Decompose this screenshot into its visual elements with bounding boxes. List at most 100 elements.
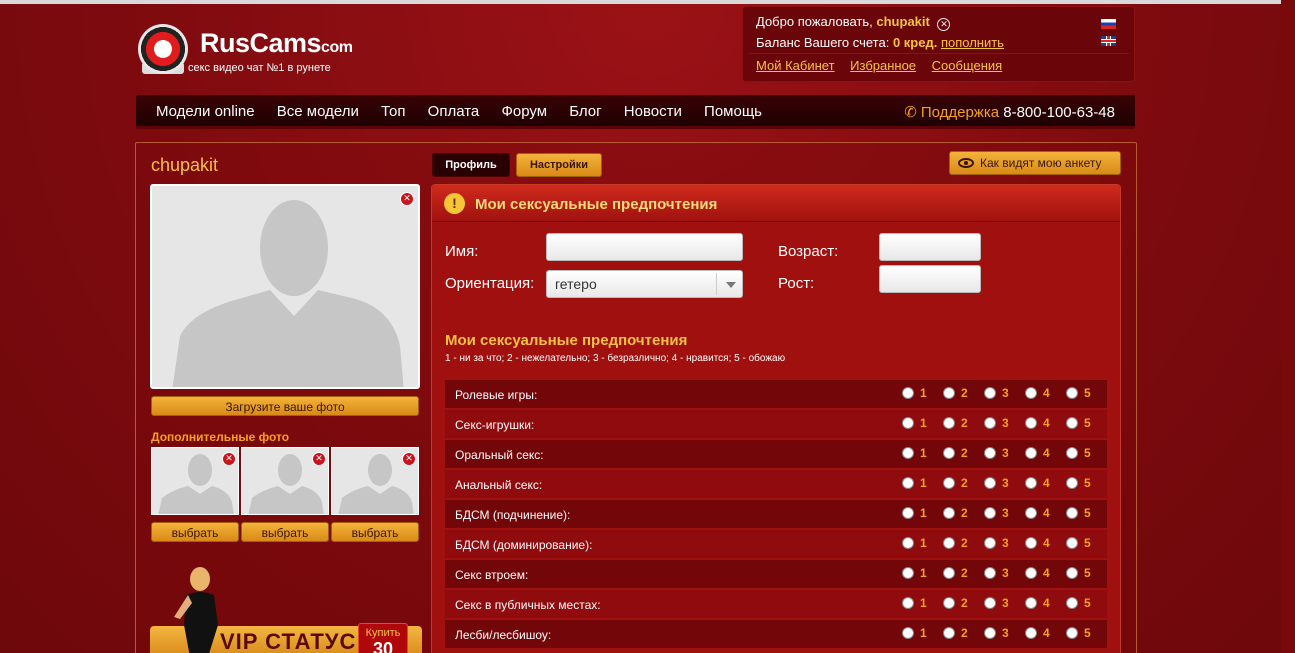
radio-button[interactable] [1025,597,1037,609]
rating-radio[interactable]: 2 [943,596,984,610]
radio-button[interactable] [902,507,914,519]
rating-radio[interactable]: 2 [943,446,984,460]
rating-radio[interactable]: 3 [984,626,1025,640]
rating-radio[interactable]: 4 [1025,626,1066,640]
radio-button[interactable] [1066,447,1078,459]
rating-radio[interactable]: 4 [1025,566,1066,580]
radio-button[interactable] [943,387,955,399]
rating-radio[interactable]: 3 [984,596,1025,610]
radio-button[interactable] [984,627,996,639]
orientation-select[interactable]: гетеро [546,270,743,298]
radio-button[interactable] [1066,537,1078,549]
rating-radio[interactable]: 2 [943,536,984,550]
rating-radio[interactable]: 1 [902,506,943,520]
rating-radio[interactable]: 1 [902,416,943,430]
radio-button[interactable] [943,627,955,639]
radio-button[interactable] [902,537,914,549]
radio-button[interactable] [902,477,914,489]
rating-radio[interactable]: 4 [1025,446,1066,460]
radio-button[interactable] [902,387,914,399]
topup-link[interactable]: пополнить [941,35,1004,50]
remove-extra-photo-icon[interactable]: ✕ [222,452,236,466]
nav-blog[interactable]: Блог [569,103,601,120]
rating-radio[interactable]: 5 [1066,596,1107,610]
nav-all-models[interactable]: Все модели [277,103,359,120]
rating-radio[interactable]: 4 [1025,596,1066,610]
rating-radio[interactable]: 4 [1025,536,1066,550]
russian-flag-icon[interactable] [1101,19,1116,29]
radio-button[interactable] [1025,447,1037,459]
radio-button[interactable] [984,387,996,399]
radio-button[interactable] [902,597,914,609]
radio-button[interactable] [1066,627,1078,639]
age-input[interactable] [879,233,981,261]
view-profile-button[interactable]: Как видят мою анкету [949,151,1121,175]
radio-button[interactable] [1066,417,1078,429]
rating-radio[interactable]: 1 [902,446,943,460]
my-cabinet-link[interactable]: Мой Кабинет [756,58,835,73]
rating-radio[interactable]: 5 [1066,566,1107,580]
rating-radio[interactable]: 2 [943,476,984,490]
radio-button[interactable] [1066,387,1078,399]
rating-radio[interactable]: 1 [902,596,943,610]
radio-button[interactable] [1025,567,1037,579]
nav-forum[interactable]: Форум [501,103,547,120]
rating-radio[interactable]: 4 [1025,416,1066,430]
radio-button[interactable] [1066,567,1078,579]
rating-radio[interactable]: 5 [1066,626,1107,640]
upload-photo-button[interactable]: Загрузите ваше фото [151,396,419,416]
radio-button[interactable] [1025,627,1037,639]
uk-flag-icon[interactable] [1101,36,1116,46]
rating-radio[interactable]: 1 [902,536,943,550]
rating-radio[interactable]: 5 [1066,446,1107,460]
radio-button[interactable] [1025,507,1037,519]
rating-radio[interactable]: 5 [1066,506,1107,520]
remove-photo-icon[interactable]: ✕ [400,192,414,206]
radio-button[interactable] [984,477,996,489]
rating-radio[interactable]: 2 [943,506,984,520]
rating-radio[interactable]: 4 [1025,386,1066,400]
select-photo-button-3[interactable]: выбрать [331,522,419,542]
rating-radio[interactable]: 5 [1066,536,1107,550]
height-input[interactable] [879,265,981,293]
vip-buy-button[interactable]: Купить 30 [358,623,408,653]
rating-radio[interactable]: 3 [984,506,1025,520]
rating-radio[interactable]: 1 [902,626,943,640]
radio-button[interactable] [984,567,996,579]
radio-button[interactable] [902,447,914,459]
logout-close-icon[interactable]: ✕ [937,18,951,31]
radio-button[interactable] [1025,477,1037,489]
radio-button[interactable] [943,597,955,609]
nav-payment[interactable]: Оплата [428,103,480,120]
vip-banner[interactable]: VIP СТАТУС Купить 30 [150,565,422,653]
rating-radio[interactable]: 3 [984,446,1025,460]
rating-radio[interactable]: 1 [902,386,943,400]
radio-button[interactable] [1066,477,1078,489]
rating-radio[interactable]: 4 [1025,506,1066,520]
rating-radio[interactable]: 2 [943,626,984,640]
rating-radio[interactable]: 3 [984,536,1025,550]
rating-radio[interactable]: 5 [1066,476,1107,490]
remove-extra-photo-icon[interactable]: ✕ [312,452,326,466]
remove-extra-photo-icon[interactable]: ✕ [402,452,416,466]
nav-news[interactable]: Новости [624,103,682,120]
radio-button[interactable] [943,477,955,489]
radio-button[interactable] [1025,537,1037,549]
rating-radio[interactable]: 2 [943,386,984,400]
tab-profile[interactable]: Профиль [432,153,510,177]
rating-radio[interactable]: 3 [984,476,1025,490]
rating-radio[interactable]: 3 [984,386,1025,400]
nav-top[interactable]: Топ [381,103,405,120]
rating-radio[interactable]: 1 [902,476,943,490]
rating-radio[interactable]: 4 [1025,476,1066,490]
radio-button[interactable] [943,507,955,519]
rating-radio[interactable]: 3 [984,566,1025,580]
rating-radio[interactable]: 5 [1066,416,1107,430]
site-logo[interactable]: RusCamscom секс видео чат №1 в рунете [138,22,398,78]
nav-help[interactable]: Помощь [704,103,762,120]
radio-button[interactable] [902,567,914,579]
nav-models-online[interactable]: Модели online [156,103,255,120]
radio-button[interactable] [902,417,914,429]
rating-radio[interactable]: 1 [902,566,943,580]
radio-button[interactable] [1066,507,1078,519]
